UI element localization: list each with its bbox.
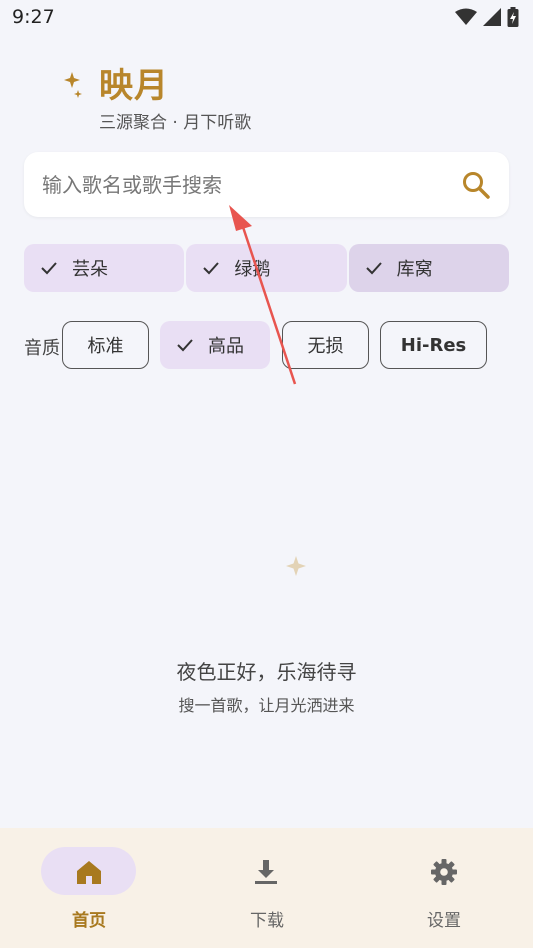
- download-icon: [255, 860, 277, 884]
- check-icon: [41, 262, 57, 275]
- quality-chip-standard[interactable]: 标准: [62, 321, 149, 369]
- empty-state: 夜色正好，乐海待寻 搜一首歌，让月光洒进来: [0, 520, 533, 720]
- nav-label: 下载: [250, 911, 284, 931]
- search-input[interactable]: [42, 152, 452, 217]
- source-chip-yunduo[interactable]: 芸朵: [24, 244, 185, 292]
- gear-icon: [431, 859, 457, 885]
- status-time: 9:27: [12, 6, 55, 28]
- source-label: 芸朵: [72, 259, 108, 280]
- check-icon: [177, 339, 193, 352]
- source-label: 库窝: [396, 259, 433, 280]
- moon-star-icon: [228, 540, 306, 625]
- source-chip-kuwo[interactable]: 库窝: [348, 244, 509, 292]
- app-header: 映月 三源聚合 · 月下听歌: [22, 58, 502, 138]
- nav-item-settings[interactable]: 设置: [355, 828, 533, 948]
- search-box[interactable]: [24, 152, 509, 217]
- annotation-arrow: [229, 205, 297, 385]
- quality-chip-high[interactable]: 高品: [160, 321, 270, 369]
- nav-label: 设置: [427, 911, 461, 931]
- quality-option-label: 标准: [87, 336, 124, 357]
- check-icon: [365, 262, 382, 275]
- quality-chip-lossless[interactable]: 无损: [282, 321, 369, 369]
- source-chip-lvyi[interactable]: 绿鹅: [186, 244, 347, 292]
- quality-chip-hires[interactable]: Hi-Res: [380, 321, 487, 369]
- nav-item-download[interactable]: 下载: [178, 828, 356, 948]
- signal-icon: [483, 8, 501, 26]
- search-icon[interactable]: [461, 170, 491, 200]
- empty-state-title: 夜色正好，乐海待寻: [176, 660, 357, 684]
- quality-option-label: 无损: [307, 336, 344, 357]
- quality-label: 音质: [24, 338, 60, 359]
- check-icon: [203, 262, 220, 275]
- status-bar: 9:27: [0, 0, 533, 36]
- source-selector: 芸朵 绿鹅 库窝: [24, 244, 509, 292]
- app-subtitle: 三源聚合 · 月下听歌: [99, 113, 252, 133]
- app-title: 映月: [99, 66, 169, 106]
- status-icons: [455, 7, 519, 27]
- bottom-navigation: 首页 下载 设置: [0, 828, 533, 948]
- source-label: 绿鹅: [234, 259, 271, 280]
- quality-option-label: Hi-Res: [400, 334, 467, 356]
- empty-state-subtitle: 搜一首歌，让月光洒进来: [178, 696, 355, 715]
- home-icon: [77, 861, 101, 884]
- quality-option-label: 高品: [208, 336, 244, 357]
- wifi-icon: [455, 8, 477, 25]
- nav-label: 首页: [72, 911, 106, 931]
- moon-star-icon: [29, 64, 82, 117]
- battery-icon: [507, 7, 519, 27]
- nav-item-home[interactable]: 首页: [0, 828, 178, 948]
